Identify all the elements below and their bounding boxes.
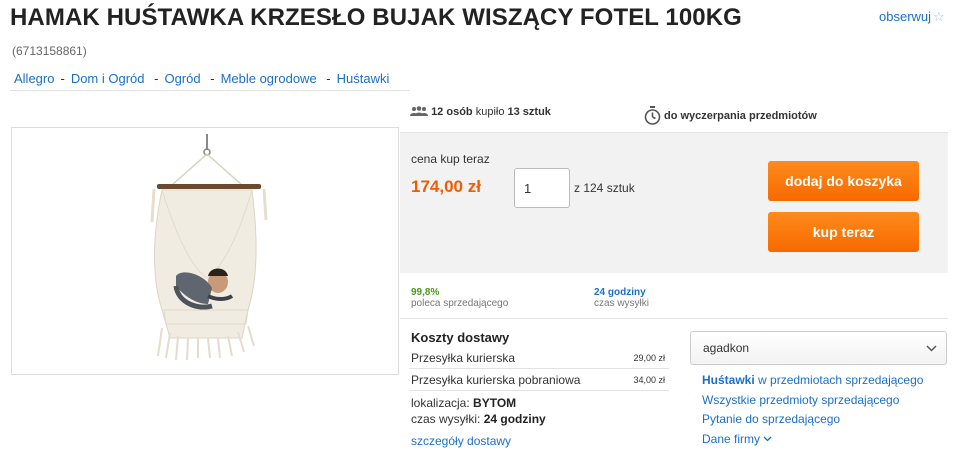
breadcrumb-meble-ogrodowe[interactable]: Meble ogrodowe <box>221 71 317 86</box>
add-to-cart-button[interactable]: dodaj do koszyka <box>768 161 919 201</box>
seller-all-items-link[interactable]: Wszystkie przedmioty sprzedającego <box>702 393 899 407</box>
company-data-label[interactable]: Dane firmy <box>702 432 760 446</box>
delivery-details-link[interactable]: szczegóły dostawy <box>411 434 511 448</box>
buyers-count: 12 osób <box>431 106 473 118</box>
breadcrumb-separator: - <box>150 71 159 86</box>
delivery-option-row: Przesyłka kurierska 29,00 zł <box>409 348 669 369</box>
chevron-down-icon[interactable] <box>926 341 937 355</box>
product-photo[interactable] <box>11 127 399 375</box>
breadcrumb-dom-i-ogrod[interactable]: Dom i Ogród <box>71 71 145 86</box>
delivery-option-name: Przesyłka kurierska <box>411 351 516 365</box>
watch-link[interactable]: obserwuj ☆ <box>879 9 945 25</box>
seller-name[interactable]: agadkon <box>703 341 749 355</box>
star-icon[interactable]: ☆ <box>933 9 945 24</box>
items-count: 13 sztuk <box>507 106 551 118</box>
breadcrumb-separator: - <box>206 71 215 86</box>
hammock-chair-image <box>150 134 268 361</box>
ask-seller-link[interactable]: Pytanie do sprzedającego <box>702 412 840 426</box>
seller-rating: 99,8% <box>411 287 440 298</box>
breadcrumb-separator: - <box>322 71 331 86</box>
available-quantity: z 124 sztuk <box>574 181 635 195</box>
quantity-input[interactable] <box>514 168 570 208</box>
time-text: do wyczerpania przedmiotów <box>664 109 817 122</box>
shipping-time-label: czas wysyłki <box>594 298 650 309</box>
delivery-option-name: Przesyłka kurierska pobraniowa <box>411 373 581 387</box>
delivery-option-row: Przesyłka kurierska pobraniowa 34,00 zł <box>409 370 669 391</box>
breadcrumb-hustawki[interactable]: Huśtawki <box>337 71 390 86</box>
chevron-down-icon[interactable] <box>763 436 772 442</box>
seller-category-rest[interactable]: w przedmiotach sprzedającego <box>758 373 923 387</box>
price: 174,00 zł <box>411 177 481 196</box>
section-divider <box>400 318 948 319</box>
breadcrumb-ogrod[interactable]: Ogród <box>164 71 200 86</box>
seller-category-bold[interactable]: Huśtawki <box>702 373 755 387</box>
breadcrumb-separator: - <box>60 71 65 86</box>
delivery-costs-title: Koszty dostawy <box>411 330 510 345</box>
breadcrumb: Allegro - Dom i Ogród - Ogród - Meble ogrodo… <box>14 71 389 86</box>
page-title: HAMAK HUŚTAWKA KRZESŁO BUJAK WISZĄCY FOT… <box>10 4 742 31</box>
dispatch-value: 24 godziny <box>483 412 546 426</box>
watch-label[interactable]: obserwuj <box>879 9 931 24</box>
buy-now-button[interactable]: kup teraz <box>768 212 919 252</box>
seller-dropdown[interactable]: agadkon <box>690 331 947 365</box>
people-icon <box>410 106 431 118</box>
delivery-option-price: 29,00 zł <box>633 353 665 363</box>
bought-text: kupiło <box>475 106 505 118</box>
time-stat: do wyczerpania przedmiotów <box>644 106 817 125</box>
dispatch-label: czas wysyłki: <box>411 412 481 426</box>
offer-id: (6713158861) <box>12 44 87 58</box>
location-info: lokalizacja: BYTOM czas wysyłki: 24 godz… <box>411 395 546 427</box>
company-data-link[interactable]: Dane firmy <box>702 432 772 446</box>
seller-links: Huśtawki w przedmiotach sprzedającego Ws… <box>702 371 923 449</box>
stopwatch-icon <box>644 106 661 125</box>
seller-rating-label: poleca sprzedającego <box>411 298 509 309</box>
breadcrumb-allegro[interactable]: Allegro <box>14 71 54 86</box>
location-value: BYTOM <box>473 396 517 410</box>
price-label: cena kup teraz <box>411 152 490 166</box>
shipping-time-value: 24 godziny <box>594 287 646 298</box>
location-label: lokalizacja: <box>411 396 470 410</box>
seller-category-link[interactable]: Huśtawki w przedmiotach sprzedającego <box>702 373 923 387</box>
purchase-stats: 12 osób kupiło 13 sztuk <box>410 106 551 118</box>
delivery-option-price: 34,00 zł <box>633 375 665 385</box>
breadcrumb-divider <box>10 90 410 91</box>
